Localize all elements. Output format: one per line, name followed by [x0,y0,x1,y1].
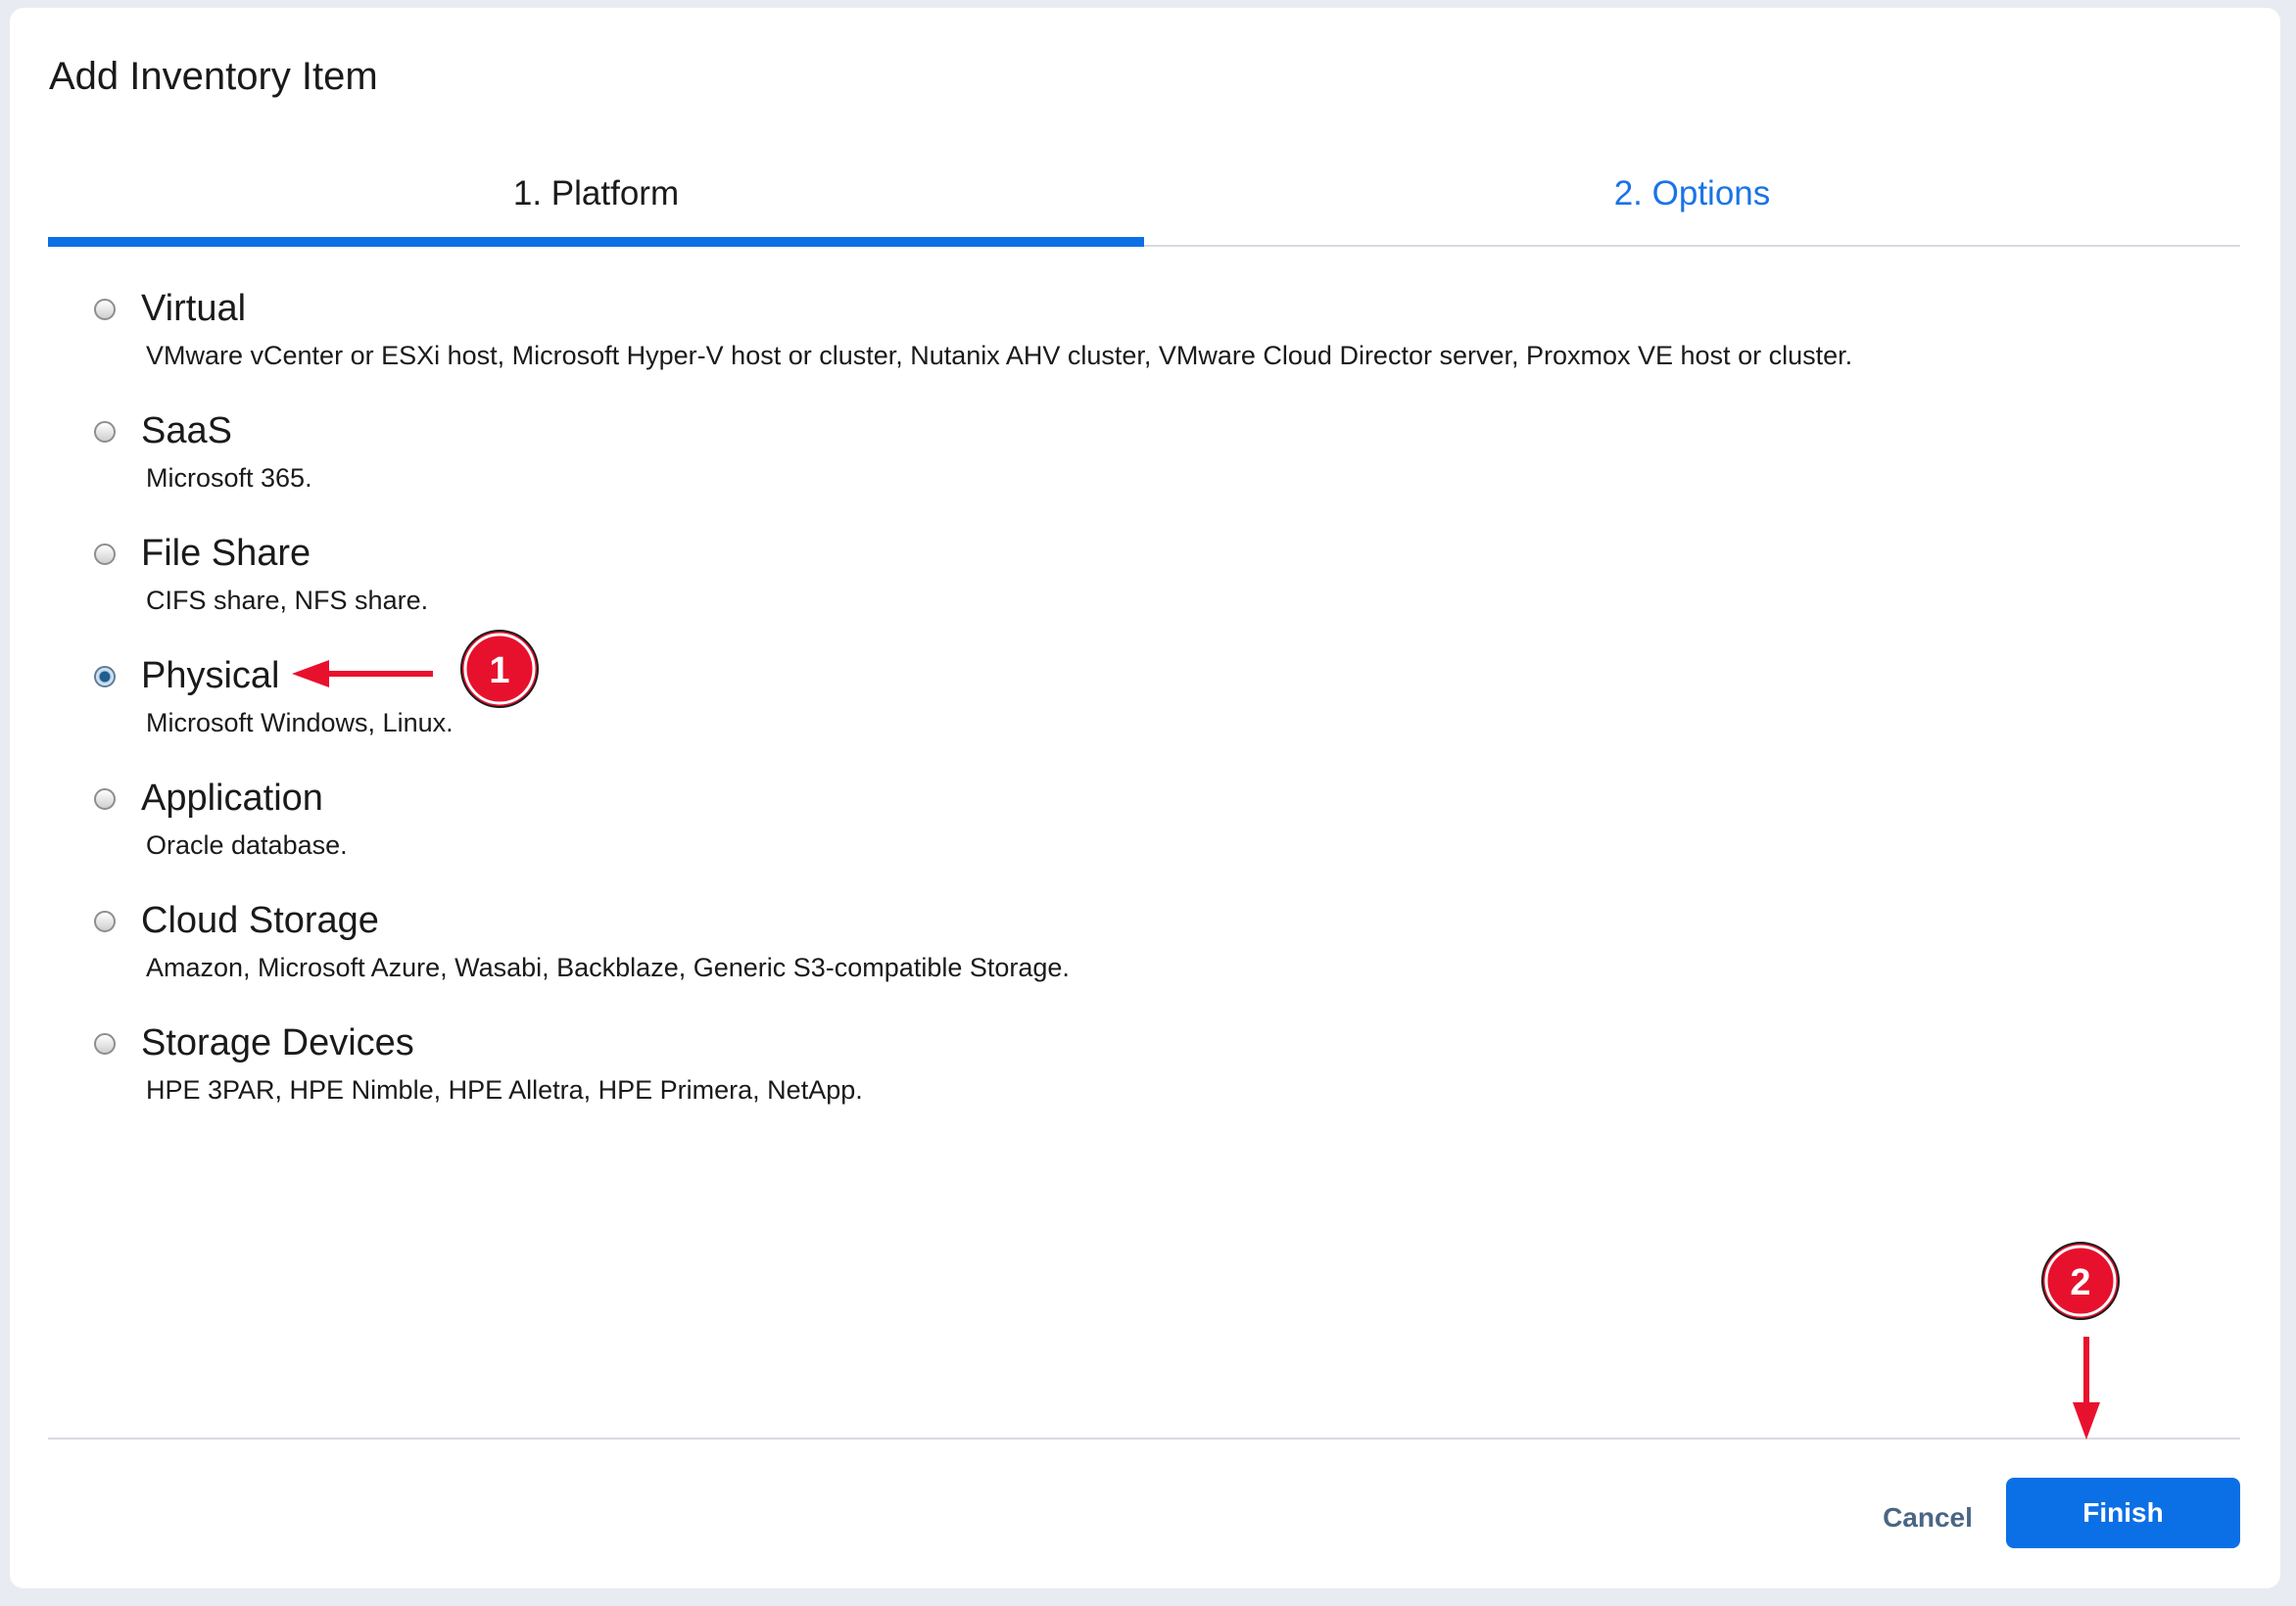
option-label-physical[interactable]: Physical [141,653,280,698]
option-description-virtual: VMware vCenter or ESXi host, Microsoft H… [146,341,1853,370]
platform-options-list: Virtual VMware vCenter or ESXi host, Mic… [94,278,2151,1135]
radio-physical[interactable] [94,666,116,687]
option-label-cloud-storage[interactable]: Cloud Storage [141,898,379,943]
radio-cloud-storage[interactable] [94,911,116,932]
option-storage-devices: Storage Devices HPE 3PAR, HPE Nimble, HP… [94,1013,2151,1135]
tab-options[interactable]: 2. Options [1144,155,2240,239]
option-description-storage-devices: HPE 3PAR, HPE Nimble, HPE Alletra, HPE P… [146,1075,863,1105]
dialog-title: Add Inventory Item [49,55,378,98]
option-label-file-share[interactable]: File Share [141,531,311,576]
add-inventory-dialog: Add Inventory Item 1. Platform 2. Option… [10,8,2280,1588]
radio-virtual[interactable] [94,299,116,320]
option-description-application: Oracle database. [146,830,348,860]
option-label-storage-devices[interactable]: Storage Devices [141,1020,414,1065]
radio-saas[interactable] [94,421,116,443]
option-description-cloud-storage: Amazon, Microsoft Azure, Wasabi, Backbla… [146,953,1070,982]
option-label-application[interactable]: Application [141,776,323,821]
option-label-saas[interactable]: SaaS [141,408,232,453]
option-description-saas: Microsoft 365. [146,463,312,493]
option-description-file-share: CIFS share, NFS share. [146,586,429,615]
tab-divider [1144,245,2240,247]
option-file-share: File Share CIFS share, NFS share. [94,523,2151,645]
tab-platform[interactable]: 1. Platform [48,155,1144,239]
active-tab-indicator [48,237,1144,247]
footer-divider [48,1438,2240,1440]
radio-application[interactable] [94,788,116,810]
option-description-physical: Microsoft Windows, Linux. [146,708,454,737]
option-label-virtual[interactable]: Virtual [141,286,246,331]
option-physical: Physical Microsoft Windows, Linux. [94,645,2151,768]
option-virtual: Virtual VMware vCenter or ESXi host, Mic… [94,278,2151,401]
option-saas: SaaS Microsoft 365. [94,401,2151,523]
option-application: Application Oracle database. [94,768,2151,890]
option-cloud-storage: Cloud Storage Amazon, Microsoft Azure, W… [94,890,2151,1013]
finish-button[interactable]: Finish [2006,1478,2240,1548]
radio-storage-devices[interactable] [94,1033,116,1055]
radio-file-share[interactable] [94,543,116,565]
wizard-tabs: 1. Platform 2. Options [48,155,2240,249]
cancel-button[interactable]: Cancel [1856,1483,1999,1553]
